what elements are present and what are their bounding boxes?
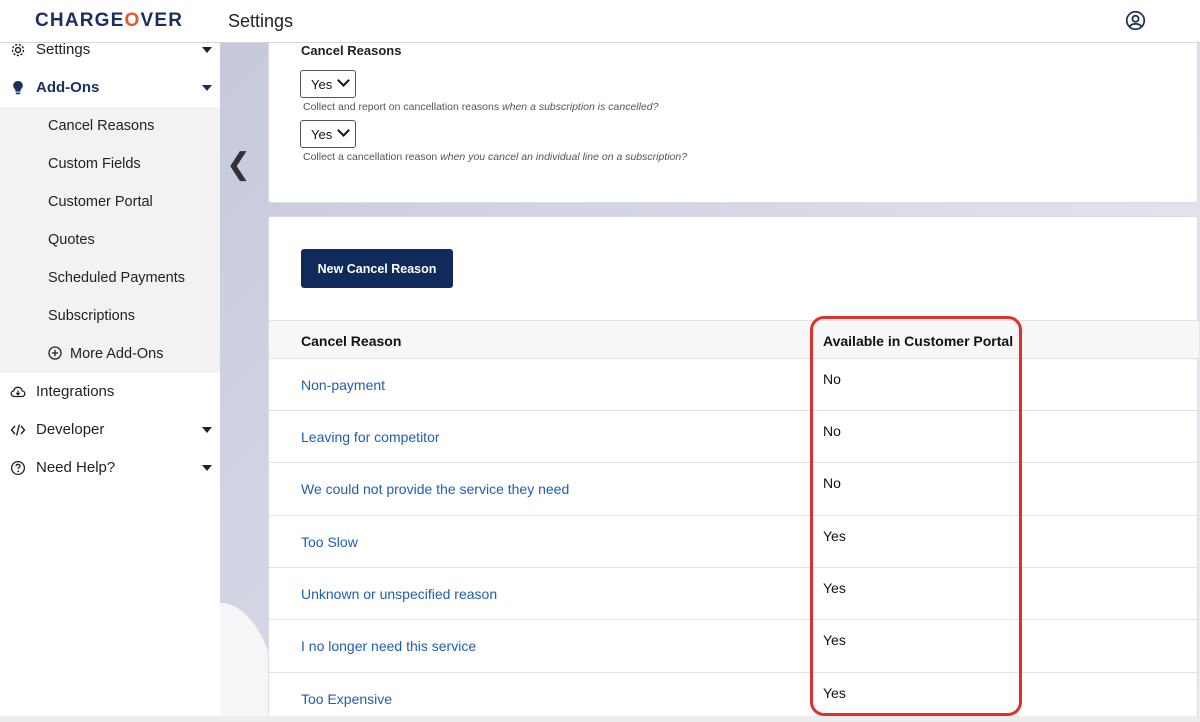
help-text-emphasis: when you cancel an individual line on a …	[440, 151, 688, 163]
sidebar-item-cancel-reasons[interactable]: Cancel Reasons	[48, 118, 154, 134]
table-row: Too Expensive Yes	[269, 673, 1199, 722]
cancel-on-subscription-select[interactable]: Yes	[300, 70, 356, 98]
caret-down-icon	[202, 85, 212, 91]
gear-icon	[11, 43, 25, 57]
cancel-reason-link[interactable]: I no longer need this service	[301, 638, 476, 654]
logo-text-ver: VER	[140, 10, 184, 31]
sidebar-item-label: Developer	[36, 421, 105, 438]
page-title: Settings	[228, 11, 294, 31]
available-value: Yes	[823, 632, 846, 648]
cancel-reasons-settings-card: Cancel Reasons	[268, 43, 1198, 203]
table-row: Non-payment No	[269, 359, 1199, 411]
sidebar-item-quotes[interactable]: Quotes	[48, 232, 95, 248]
column-header-cancel-reason: Cancel Reason	[301, 333, 402, 349]
table-row: Unknown or unspecified reason Yes	[269, 568, 1199, 620]
cancel-reason-link[interactable]: Leaving for competitor	[301, 429, 440, 445]
sidebar-item-label: Need Help?	[36, 459, 116, 476]
table-row: We could not provide the service they ne…	[269, 463, 1199, 516]
cancel-reason-link[interactable]: Too Slow	[301, 534, 358, 550]
select-value: Yes	[311, 127, 333, 142]
logo-text-o: O	[124, 10, 141, 31]
available-value: Yes	[823, 528, 846, 544]
logo-text-charge: CHARGE	[35, 10, 125, 31]
code-icon	[10, 424, 26, 436]
chevron-down-icon	[337, 74, 350, 87]
column-header-available-in-portal: Available in Customer Portal	[823, 333, 1014, 349]
sidebar-item-label: Add-Ons	[36, 79, 100, 96]
cancel-reason-link[interactable]: Too Expensive	[301, 691, 392, 707]
top-bar: CHARGEOVER Settings	[0, 0, 1200, 43]
cancel-reason-link[interactable]: Non-payment	[301, 377, 385, 393]
lightbulb-icon	[13, 81, 23, 95]
sidebar-item-more-addons[interactable]: More Add-Ons	[70, 346, 164, 362]
caret-down-icon	[202, 47, 212, 53]
sidebar-item-scheduled-payments[interactable]: Scheduled Payments	[48, 270, 185, 286]
sidebar-item-label: Settings	[36, 41, 91, 58]
cancel-on-line-select[interactable]: Yes	[300, 120, 356, 148]
question-circle-icon	[10, 460, 26, 476]
sidebar-item-developer[interactable]: Developer	[0, 411, 220, 449]
plus-circle-icon	[48, 346, 62, 360]
select-box[interactable]: Yes	[300, 70, 356, 98]
table-header: Cancel Reason Available in Customer Port…	[269, 320, 1199, 359]
sidebar-item-subscriptions[interactable]: Subscriptions	[48, 308, 135, 324]
available-value: Yes	[823, 580, 846, 596]
help-text: Collect a cancellation reason	[303, 151, 441, 163]
help-text: Collect and report on cancellation reaso…	[303, 101, 503, 113]
table-row: I no longer need this service Yes	[269, 620, 1199, 673]
available-value: Yes	[823, 685, 846, 701]
chargeover-logo[interactable]: CHARGEOVER	[35, 10, 183, 32]
sidebar-item-custom-fields[interactable]: Custom Fields	[48, 156, 141, 172]
help-text-line-cancel: Collect a cancellation reason when you c…	[303, 151, 687, 163]
sidebar: Settings Add-Ons Cancel Reasons Custom F…	[0, 41, 220, 722]
available-value: No	[823, 423, 841, 439]
new-cancel-reason-button[interactable]: New Cancel Reason	[301, 249, 453, 288]
sidebar-item-label: Integrations	[36, 383, 115, 400]
sidebar-item-customer-portal[interactable]: Customer Portal	[48, 194, 153, 210]
cancel-reasons-list-card: New Cancel Reason Cancel Reason Availabl…	[268, 216, 1199, 722]
help-text-subscription-cancel: Collect and report on cancellation reaso…	[303, 101, 658, 113]
bottom-strip	[0, 716, 1200, 722]
cancel-reason-link[interactable]: Unknown or unspecified reason	[301, 586, 497, 602]
sidebar-item-addons[interactable]: Add-Ons	[0, 69, 220, 107]
cloud-download-icon	[10, 386, 26, 398]
sidebar-item-need-help[interactable]: Need Help?	[0, 449, 220, 487]
help-text-emphasis: when a subscription is cancelled?	[502, 101, 659, 113]
user-account-icon[interactable]	[1125, 10, 1146, 31]
table-row: Leaving for competitor No	[269, 411, 1199, 463]
chevron-down-icon	[337, 124, 350, 137]
available-value: No	[823, 371, 841, 387]
collapse-sidebar-icon[interactable]: ❮	[226, 147, 251, 182]
addons-submenu: Cancel Reasons Custom Fields Customer Po…	[0, 107, 220, 373]
section-label: Cancel Reasons	[301, 43, 402, 58]
select-box[interactable]: Yes	[300, 120, 356, 148]
table-row: Too Slow Yes	[269, 516, 1199, 568]
caret-down-icon	[202, 427, 212, 433]
available-value: No	[823, 475, 841, 491]
sidebar-item-integrations[interactable]: Integrations	[0, 373, 220, 411]
select-value: Yes	[311, 77, 333, 92]
caret-down-icon	[202, 465, 212, 471]
cancel-reason-link[interactable]: We could not provide the service they ne…	[301, 481, 569, 497]
main-content: ❮ Cancel Reasons New Cancel Reason Cance…	[220, 43, 1200, 722]
